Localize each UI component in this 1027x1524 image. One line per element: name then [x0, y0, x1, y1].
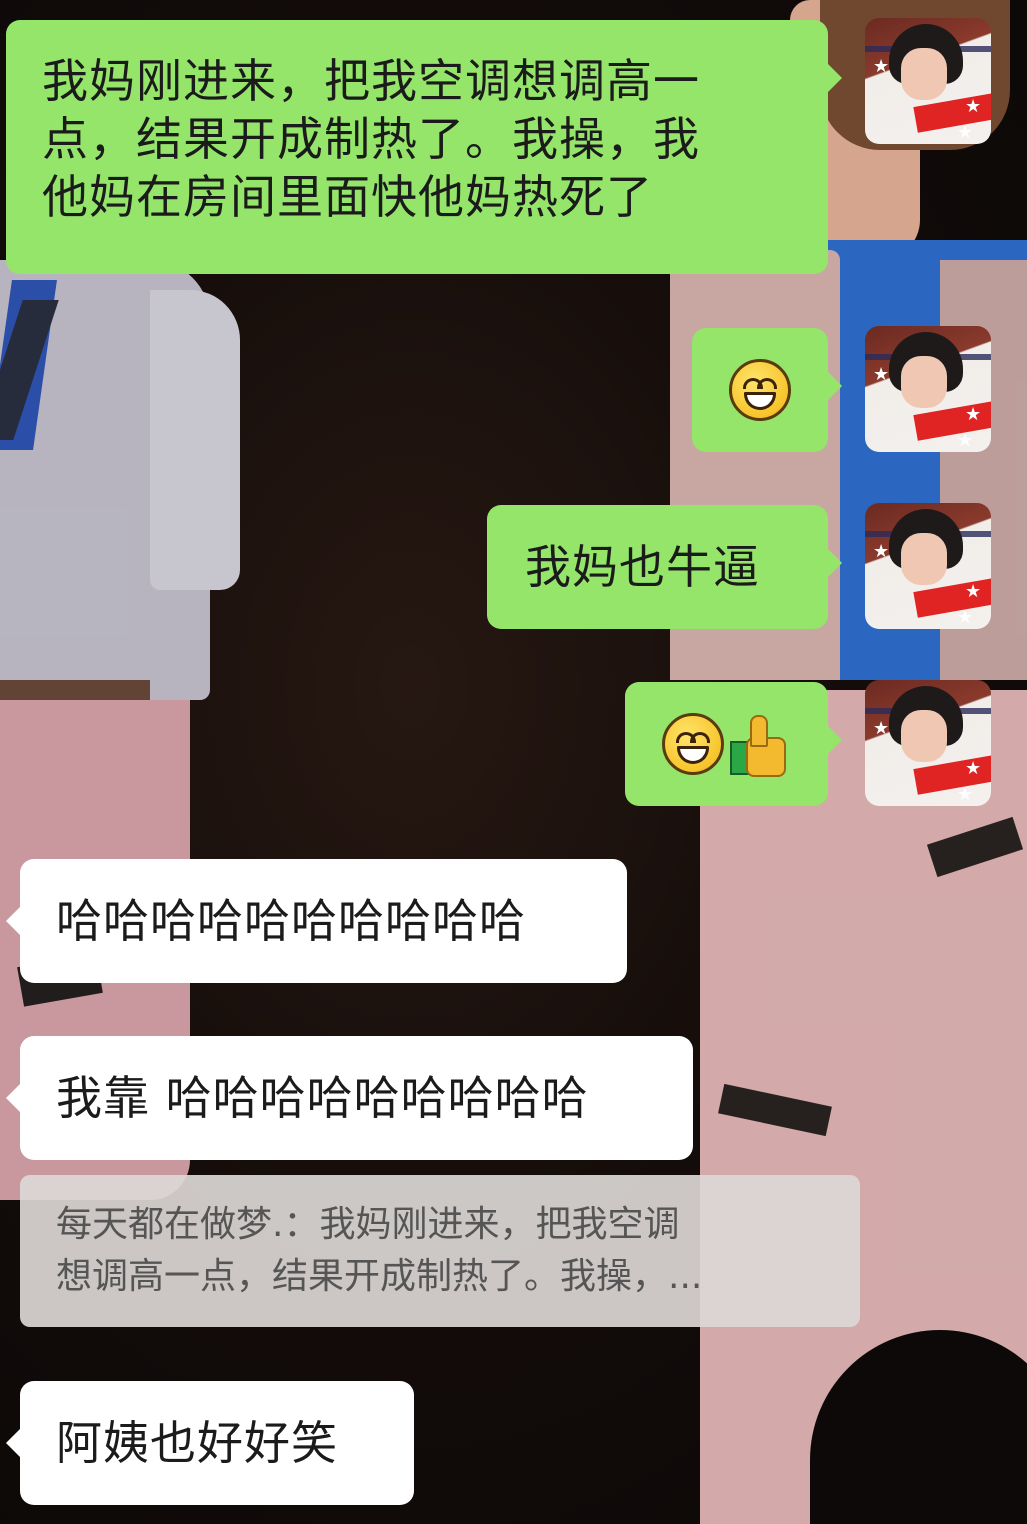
my-avatar[interactable]: ★ ★ ★: [865, 326, 991, 452]
message-text: 我妈也牛逼: [525, 540, 760, 594]
quoted-message-line: 每天都在做梦.：我妈刚进来，把我空调: [56, 1204, 680, 1245]
message-bubble-sent[interactable]: [692, 328, 842, 452]
quoted-message-line: 想调高一点，结果开成制热了。我操，...: [56, 1256, 703, 1297]
my-avatar[interactable]: ★ ★ ★: [865, 18, 991, 144]
message-bubble-sent[interactable]: [625, 682, 842, 806]
message-text: 我妈刚进来，把我空调想调高一 点，结果开成制热了。我操，我 他妈在房间里面快他妈…: [42, 54, 700, 224]
my-avatar[interactable]: ★ ★ ★: [865, 680, 991, 806]
message-text: 我靠 哈哈哈哈哈哈哈哈哈: [56, 1071, 589, 1125]
message-bubble-received[interactable]: 阿姨也好好笑: [6, 1381, 414, 1505]
message-text: 哈哈哈哈哈哈哈哈哈哈: [56, 894, 526, 948]
message-bubble-received[interactable]: 哈哈哈哈哈哈哈哈哈哈: [6, 859, 627, 983]
message-bubble-received[interactable]: 我靠 哈哈哈哈哈哈哈哈哈: [6, 1036, 693, 1160]
message-text: 阿姨也好好笑: [56, 1416, 338, 1470]
my-avatar[interactable]: ★ ★ ★: [865, 503, 991, 629]
grinning-face-emoji: [662, 713, 724, 775]
thumbs-up-emoji: [728, 713, 790, 777]
message-bubble-sent[interactable]: 我妈刚进来，把我空调想调高一 点，结果开成制热了。我操，我 他妈在房间里面快他妈…: [6, 20, 842, 274]
message-bubble-sent[interactable]: 我妈也牛逼: [487, 505, 842, 629]
grinning-face-emoji: [729, 359, 791, 421]
quoted-message[interactable]: 每天都在做梦.：我妈刚进来，把我空调 想调高一点，结果开成制热了。我操，...: [20, 1175, 860, 1327]
